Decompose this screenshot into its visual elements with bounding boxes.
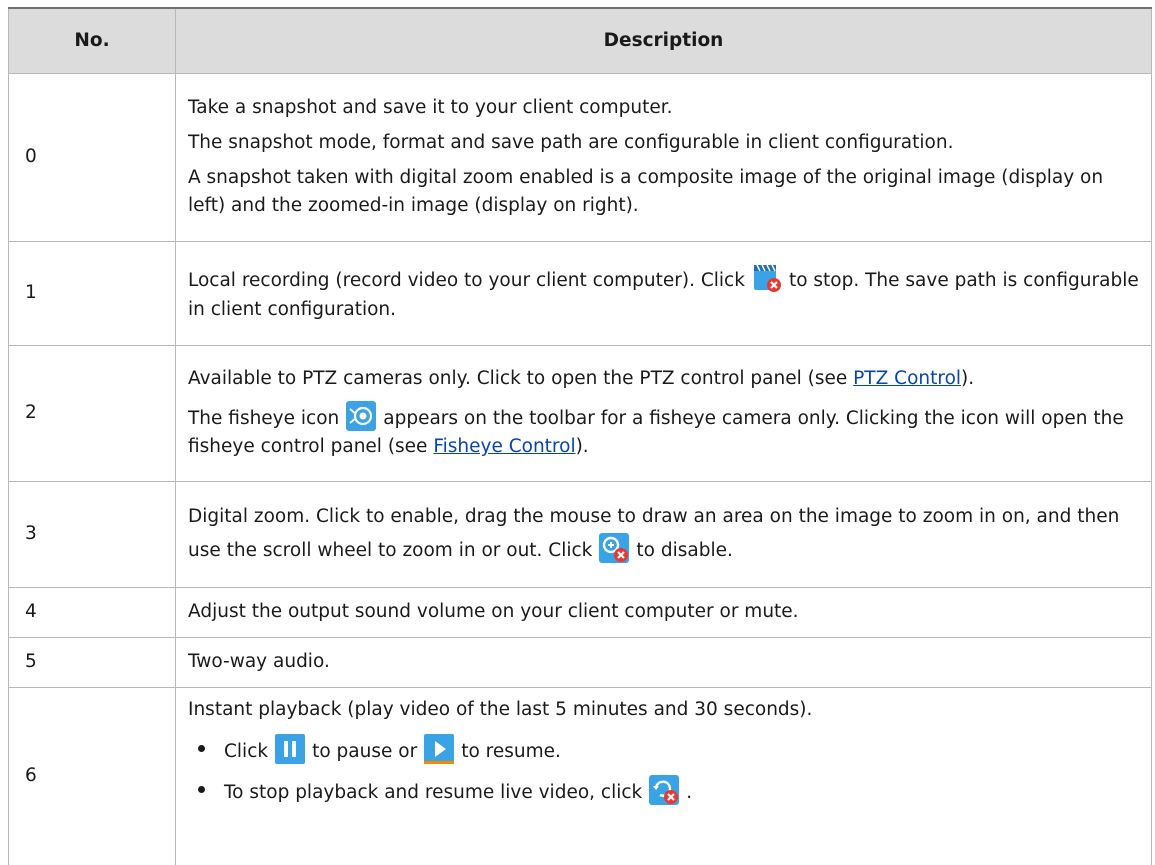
bullet-list: Click to pause or to resume. To stop pla… — [188, 733, 1141, 808]
play-icon — [423, 733, 455, 765]
table-row: 1 Local recording (record video to your … — [8, 241, 1152, 346]
text-segment: Local recording (record video to your cl… — [188, 270, 745, 292]
table-row: 0 Take a snapshot and save it to your cl… — [8, 73, 1152, 242]
list-item: To stop playback and resume live video, … — [188, 774, 1141, 808]
table-row: 2 Available to PTZ cameras only. Click t… — [8, 345, 1152, 482]
text-segment: to resume. — [461, 740, 561, 762]
table-row: 3 Digital zoom. Click to enable, drag th… — [8, 481, 1152, 588]
description-line: Available to PTZ cameras only. Click to … — [188, 365, 1141, 394]
description-line: Local recording (record video to your cl… — [188, 262, 1141, 324]
fisheye-icon — [345, 400, 377, 432]
text-segment: . — [686, 782, 693, 804]
text-segment: to disable. — [636, 540, 733, 561]
list-item: Click to pause or to resume. — [188, 733, 1141, 767]
text-segment: Click — [224, 740, 269, 762]
header-description: Description — [175, 7, 1152, 74]
description-line: Take a snapshot and save it to your clie… — [188, 97, 673, 119]
row-number: 4 — [8, 587, 176, 638]
row-description: Instant playback (play video of the last… — [175, 687, 1152, 865]
description-line: Digital zoom. Click to enable, drag the … — [188, 503, 1141, 565]
row-description: Available to PTZ cameras only. Click to … — [175, 345, 1152, 482]
table-row: 4 Adjust the output sound volume on your… — [8, 587, 1152, 638]
header-no: No. — [8, 7, 176, 74]
row-number: 1 — [8, 241, 176, 346]
row-description: Local recording (record video to your cl… — [175, 241, 1152, 346]
fisheye-control-link[interactable]: Fisheye Control — [433, 436, 575, 457]
row-number: 0 — [8, 73, 176, 242]
description-line: Instant playback (play video of the last… — [188, 699, 813, 720]
pause-icon — [274, 733, 306, 765]
text-segment: The fisheye icon — [188, 407, 340, 429]
row-description: Take a snapshot and save it to your clie… — [175, 73, 1152, 242]
row-description: Digital zoom. Click to enable, drag the … — [175, 481, 1152, 588]
table-row: 5 Two-way audio. — [8, 637, 1152, 688]
text-segment: ). — [575, 436, 589, 458]
row-description: Two-way audio. — [175, 637, 1152, 688]
table-row: 6 Instant playback (play video of the la… — [8, 687, 1152, 865]
row-number: 2 — [8, 345, 176, 482]
description-table: No. Description 0 Take a snapshot and sa… — [8, 7, 1152, 865]
text-segment: Available to PTZ cameras only. Click to … — [188, 367, 854, 389]
description-line: The fisheye icon appears on the toolbar … — [188, 400, 1141, 462]
disable-zoom-icon — [598, 532, 630, 564]
row-number: 5 — [8, 637, 176, 688]
row-description: Adjust the output sound volume on your c… — [175, 587, 1152, 638]
ptz-control-link[interactable]: PTZ Control — [853, 368, 961, 389]
row-number: 6 — [8, 687, 176, 865]
description-line: The snapshot mode, format and save path … — [188, 131, 954, 153]
row-number: 3 — [8, 481, 176, 588]
text-segment: to pause or — [312, 740, 418, 762]
text-segment: To stop playback and resume live video, … — [224, 782, 643, 804]
table-header-row: No. Description — [8, 7, 1152, 74]
text-segment: ). — [961, 367, 975, 389]
stop-recording-icon — [751, 262, 783, 294]
description-line: A snapshot taken with digital zoom enabl… — [188, 166, 1104, 217]
stop-playback-icon — [648, 774, 680, 806]
